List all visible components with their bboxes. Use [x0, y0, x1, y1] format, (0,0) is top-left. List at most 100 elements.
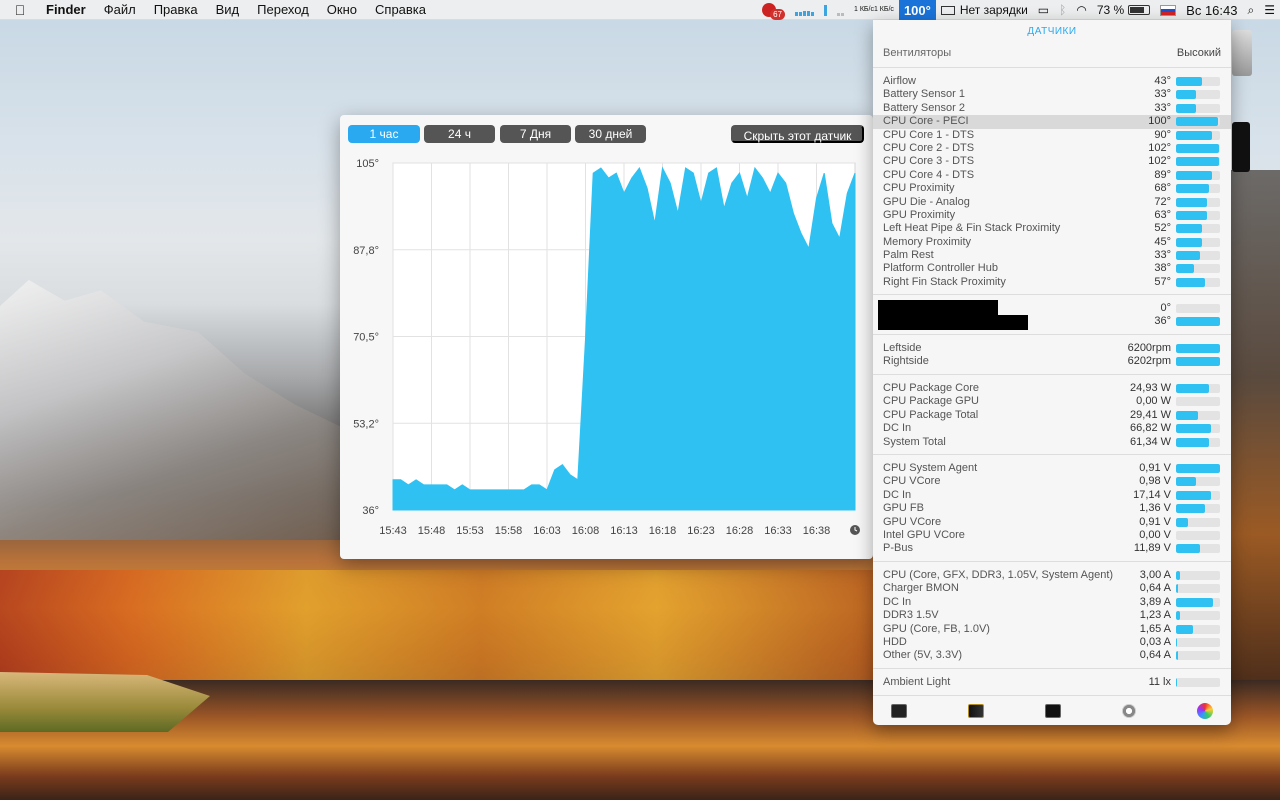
desktop-drive-icon[interactable] [1232, 30, 1252, 76]
sensor-row[interactable]: DDR3 1.5V 1,23 A [873, 609, 1231, 622]
sensor-value: 90° [1154, 128, 1171, 141]
fans-mode-value[interactable]: Высокий [1177, 47, 1221, 59]
sensor-level-bar [1176, 424, 1220, 434]
sensor-row[interactable]: CPU Package Core 24,93 W [873, 382, 1231, 395]
range-30d-button[interactable]: 30 дней [575, 125, 646, 143]
disk-meter[interactable] [832, 0, 849, 20]
temperature-section: Airflow 43° Battery Sensor 1 33° Battery Sen… [873, 67, 1231, 289]
range-1h-button[interactable]: 1 час [348, 125, 420, 143]
sensor-row[interactable]: CPU Core 1 - DTS 90° [873, 129, 1231, 142]
sensor-row[interactable]: DC In 3,89 A [873, 596, 1231, 609]
menu-window[interactable]: Окно [318, 2, 366, 17]
sensor-value: 66,82 W [1130, 422, 1171, 435]
sensor-value: 52° [1154, 222, 1171, 235]
voltage-section: CPU System Agent 0,91 V CPU VCore 0,98 V DC … [873, 454, 1231, 556]
sensor-row[interactable]: GPU (Core, FB, 1.0V) 1,65 A [873, 623, 1231, 636]
cpu-temp-indicator[interactable]: 100° [898, 0, 936, 20]
sensor-row[interactable]: GPU FB 1,36 V [873, 502, 1231, 515]
wifi-icon[interactable]: ◠ [1071, 0, 1091, 20]
network-meter[interactable]: 1 КБ/с 1 КБ/с [849, 0, 899, 20]
sensor-row[interactable]: CPU Core 2 - DTS 102° [873, 142, 1231, 155]
sensor-row[interactable]: Platform Controller Hub 38° [873, 262, 1231, 275]
sensor-row[interactable]: Ambient Light 11 lx [873, 676, 1231, 689]
notification-center-icon[interactable]: ☰ [1259, 0, 1280, 20]
menu-view[interactable]: Вид [207, 2, 249, 17]
sensor-level-bar [1176, 611, 1220, 621]
sensor-row[interactable]: 36° [873, 315, 1231, 331]
menu-help[interactable]: Справка [366, 2, 435, 17]
sensor-row[interactable]: Battery Sensor 1 33° [873, 88, 1231, 101]
sensor-level-bar [1176, 143, 1220, 153]
sensor-row[interactable]: System Total 61,34 W [873, 436, 1231, 449]
bluetooth-icon[interactable]: ᛒ [1054, 0, 1071, 20]
desktop-drive-icon[interactable] [1232, 122, 1250, 172]
sensor-row[interactable]: Airflow 43° [873, 75, 1231, 88]
sensor-row[interactable]: GPU VCore 0,91 V [873, 516, 1231, 529]
usb-device-icon[interactable] [1122, 703, 1136, 718]
sensor-row[interactable]: CPU Package Total 29,41 W [873, 409, 1231, 422]
color-picker-icon[interactable] [1197, 702, 1213, 719]
istat-tool-icon[interactable] [968, 703, 984, 718]
sensor-row[interactable]: Left Heat Pipe & Fin Stack Proximity 52° [873, 222, 1231, 235]
status-app-icon[interactable]: 67 [757, 0, 790, 20]
sensor-level-bar [1176, 317, 1220, 327]
sensor-level-bar [1176, 197, 1220, 207]
menu-app-name[interactable]: Finder [40, 2, 95, 17]
sensor-level-bar [1176, 517, 1220, 527]
sensor-row[interactable]: CPU Core 3 - DTS 102° [873, 155, 1231, 168]
sensor-row[interactable]: GPU Proximity 63° [873, 209, 1231, 222]
sensor-row[interactable]: Charger BMON 0,64 A [873, 582, 1231, 595]
sensor-row[interactable]: Other (5V, 3.3V) 0,64 A [873, 649, 1231, 662]
sensor-row[interactable]: HDD 0,03 A [873, 636, 1231, 649]
sensor-row[interactable]: CPU Core - PECI 100° [873, 115, 1231, 129]
status-area: 67 1 КБ/с 1 КБ/с 100° Нет зарядки ▭ ᛒ ◠ … [757, 0, 1280, 20]
sensor-row[interactable]: CPU Core 4 - DTS 89° [873, 169, 1231, 182]
sensor-row[interactable]: Memory Proximity 45° [873, 236, 1231, 249]
sensor-row[interactable]: Palm Rest 33° [873, 249, 1231, 262]
sensor-row[interactable]: GPU Die - Analog 72° [873, 196, 1231, 209]
apple-menu-icon[interactable]:  [0, 2, 40, 18]
sensor-name: CPU Package Total [883, 408, 979, 421]
terminal-icon[interactable] [1045, 703, 1061, 718]
sensor-row[interactable]: Leftside 6200rpm [873, 342, 1231, 355]
sensor-value: 17,14 V [1133, 488, 1171, 501]
sensor-row[interactable]: CPU Package GPU 0,00 W [873, 395, 1231, 408]
net-up: 1 КБ/с [854, 6, 874, 13]
sensor-value: 36° [1154, 315, 1171, 328]
sensor-row[interactable]: 0° [873, 300, 1231, 315]
sensor-row[interactable]: CPU Proximity 68° [873, 182, 1231, 195]
memory-meter[interactable] [819, 0, 832, 20]
sensor-level-bar [1176, 584, 1220, 594]
sensor-row[interactable]: CPU VCore 0,98 V [873, 475, 1231, 488]
battery-indicator[interactable]: 73 % [1092, 0, 1155, 20]
menu-go[interactable]: Переход [248, 2, 318, 17]
menu-file[interactable]: Файл [95, 2, 145, 17]
sensor-level-bar [1176, 504, 1220, 514]
range-7d-button[interactable]: 7 Дня [500, 125, 571, 143]
cpu-meter[interactable] [790, 0, 819, 20]
sensor-row[interactable]: Rightside 6202rpm [873, 355, 1231, 368]
light-section: Ambient Light 11 lx [873, 668, 1231, 689]
sensor-name: Charger BMON [883, 582, 959, 595]
sensor-row[interactable]: Right Fin Stack Proximity 57° [873, 276, 1231, 289]
sensor-row[interactable]: CPU (Core, GFX, DDR3, 1.05V, System Agen… [873, 569, 1231, 582]
menu-edit[interactable]: Правка [145, 2, 207, 17]
sensor-row[interactable]: DC In 17,14 V [873, 489, 1231, 502]
range-24h-button[interactable]: 24 ч [424, 125, 495, 143]
sensor-row[interactable]: P-Bus 11,89 V [873, 542, 1231, 555]
activity-graph-icon[interactable] [891, 703, 907, 718]
sensor-row[interactable]: CPU System Agent 0,91 V [873, 462, 1231, 475]
sensor-row[interactable]: Battery Sensor 2 33° [873, 102, 1231, 115]
clock[interactable]: Вс 16:43 [1181, 0, 1242, 20]
input-source[interactable] [1155, 0, 1181, 20]
charge-status[interactable]: Нет зарядки [936, 0, 1033, 20]
airplay-icon[interactable]: ▭ [1033, 0, 1054, 20]
x-tick-label: 15:43 [379, 525, 407, 537]
sensor-level-bar [1176, 157, 1220, 167]
spotlight-icon[interactable]: ⌕ [1243, 0, 1260, 20]
hide-sensor-button[interactable]: Скрыть этот датчик [731, 125, 864, 143]
sensor-value: 0,03 A [1139, 635, 1171, 648]
sensor-name: CPU Core 3 - DTS [883, 155, 975, 168]
sensor-row[interactable]: DC In 66,82 W [873, 422, 1231, 435]
sensor-row[interactable]: Intel GPU VCore 0,00 V [873, 529, 1231, 542]
